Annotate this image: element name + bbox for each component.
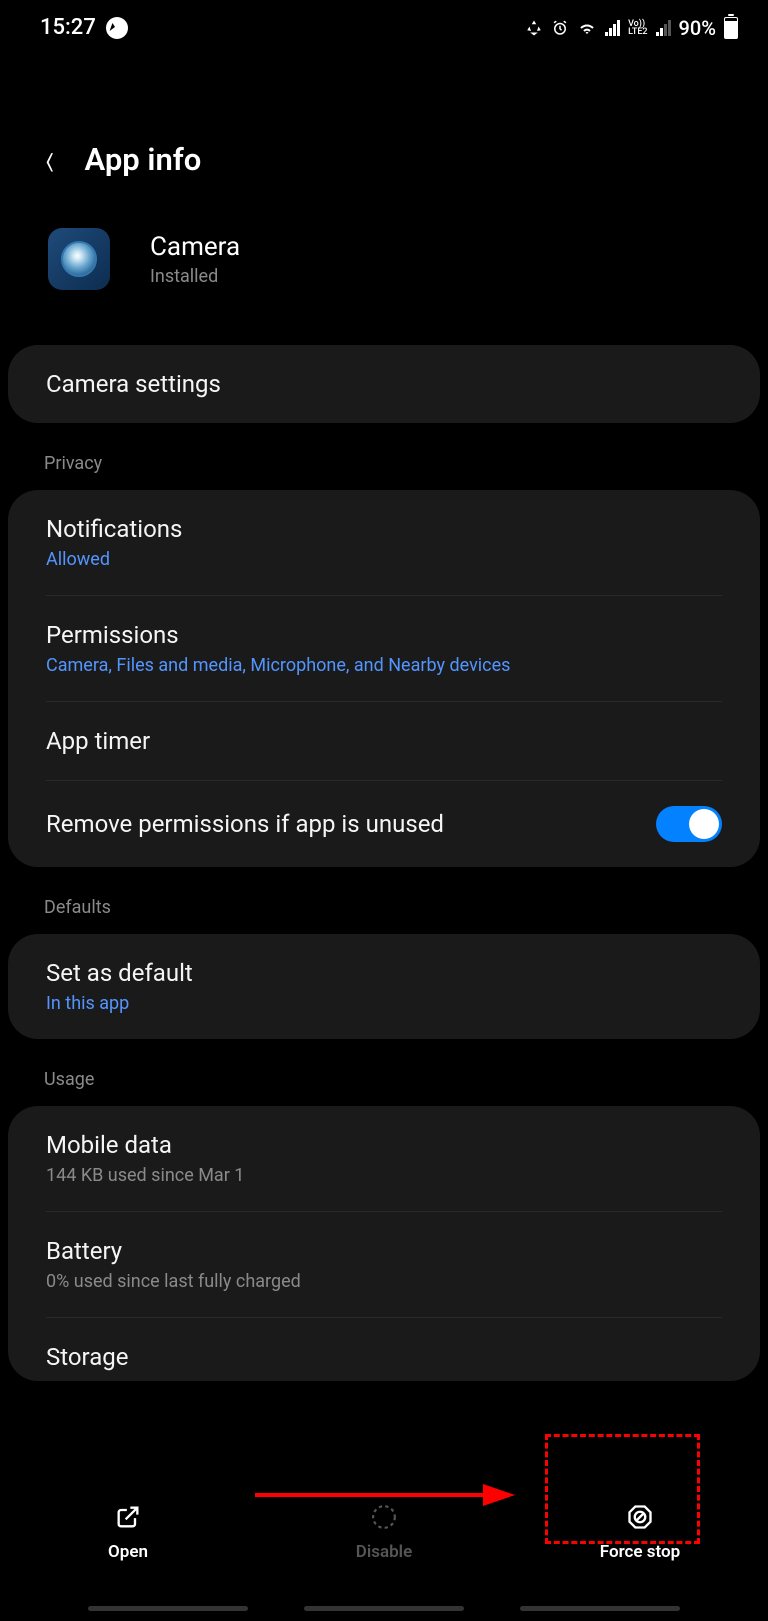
signal-icon-2 <box>656 20 671 36</box>
nav-home[interactable] <box>304 1606 464 1611</box>
lte-label: Vo)) LTE2 <box>628 20 647 36</box>
status-bar: 15:27 Vo)) LTE2 90% <box>0 0 768 55</box>
disable-icon <box>369 1502 399 1532</box>
permissions-item[interactable]: Permissions Camera, Files and media, Mic… <box>8 596 760 701</box>
mobile-data-sub: 144 KB used since Mar 1 <box>46 1165 722 1186</box>
battery-item[interactable]: Battery 0% used since last fully charged <box>8 1212 760 1317</box>
mobile-data-title: Mobile data <box>46 1131 722 1159</box>
privacy-section-label: Privacy <box>0 423 768 490</box>
nav-back[interactable] <box>520 1606 680 1611</box>
app-install-status: Installed <box>150 266 240 287</box>
nav-indicator <box>0 1606 768 1611</box>
battery-title: Battery <box>46 1237 722 1265</box>
signal-icon <box>605 20 620 36</box>
notifications-title: Notifications <box>46 515 722 543</box>
battery-sub: 0% used since last fully charged <box>46 1271 722 1292</box>
usage-card: Mobile data 144 KB used since Mar 1 Batt… <box>8 1106 760 1381</box>
app-header: Camera Installed <box>0 228 768 345</box>
bottom-action-bar: Open Disable Force stop <box>0 1484 768 1579</box>
app-timer-item[interactable]: App timer <box>8 702 760 780</box>
set-default-title: Set as default <box>46 959 722 987</box>
set-default-item[interactable]: Set as default In this app <box>8 934 760 1039</box>
nav-recents[interactable] <box>88 1606 248 1611</box>
defaults-section-label: Defaults <box>0 867 768 934</box>
camera-settings-card[interactable]: Camera settings <box>8 345 760 423</box>
camera-settings-label: Camera settings <box>46 370 722 398</box>
notifications-item[interactable]: Notifications Allowed <box>8 490 760 595</box>
disable-button: Disable <box>284 1502 484 1562</box>
force-stop-label: Force stop <box>600 1542 680 1562</box>
usage-section-label: Usage <box>0 1039 768 1106</box>
camera-lens-icon <box>61 241 97 277</box>
storage-title: Storage <box>46 1343 722 1371</box>
page-title: App info <box>85 141 202 178</box>
defaults-card: Set as default In this app <box>8 934 760 1039</box>
mobile-data-item[interactable]: Mobile data 144 KB used since Mar 1 <box>8 1106 760 1211</box>
notifications-sub: Allowed <box>46 549 722 570</box>
app-timer-title: App timer <box>46 727 722 755</box>
wifi-icon <box>577 19 597 37</box>
remove-permissions-toggle[interactable] <box>656 806 722 842</box>
open-icon <box>113 1502 143 1532</box>
app-name: Camera <box>150 232 240 262</box>
open-button[interactable]: Open <box>28 1502 228 1562</box>
remove-permissions-title: Remove permissions if app is unused <box>46 810 444 838</box>
permissions-sub: Camera, Files and media, Microphone, and… <box>46 655 722 676</box>
storage-item[interactable]: Storage <box>8 1318 760 1381</box>
privacy-card: Notifications Allowed Permissions Camera… <box>8 490 760 867</box>
app-icon <box>48 228 110 290</box>
battery-percent: 90% <box>679 16 716 40</box>
set-default-sub: In this app <box>46 993 722 1014</box>
disable-label: Disable <box>356 1542 413 1562</box>
recycle-icon <box>525 19 543 37</box>
status-time: 15:27 <box>40 15 96 40</box>
permissions-title: Permissions <box>46 621 722 649</box>
battery-icon <box>724 17 738 39</box>
messenger-icon <box>106 17 128 39</box>
stop-icon <box>625 1502 655 1532</box>
open-label: Open <box>108 1542 148 1562</box>
force-stop-button[interactable]: Force stop <box>540 1502 740 1562</box>
back-button[interactable]: ‹ <box>45 131 55 188</box>
page-header: ‹ App info <box>0 55 768 228</box>
remove-permissions-item[interactable]: Remove permissions if app is unused <box>8 781 760 867</box>
alarm-icon <box>551 19 569 37</box>
